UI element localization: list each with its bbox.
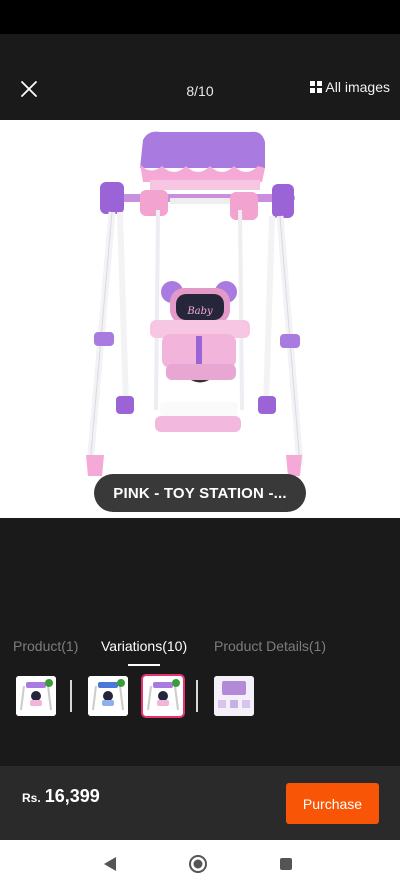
thumbnail-strip: [0, 674, 400, 718]
product-image: Baby: [86, 131, 304, 476]
thumbnail-divider: [196, 680, 198, 712]
purchase-button[interactable]: Purchase: [286, 783, 379, 824]
grid-icon: [310, 81, 323, 93]
home-icon: [189, 855, 207, 873]
price-amount: 16,399: [44, 786, 100, 806]
tab-product-details[interactable]: Product Details(1): [214, 638, 326, 654]
tab-variations[interactable]: Variations(10): [101, 638, 187, 654]
top-bar: 8/10 All images: [0, 34, 400, 120]
variation-thumbnail-1[interactable]: [16, 676, 56, 716]
system-navigation-bar: [0, 840, 400, 888]
recents-button[interactable]: [274, 852, 298, 876]
product-image-viewer[interactable]: Baby PINK - TOY STATION -...: [0, 120, 400, 518]
back-button[interactable]: [98, 852, 122, 876]
variation-thumbnail-4[interactable]: [214, 676, 254, 716]
price-currency: Rs.: [22, 791, 41, 805]
status-bar: [0, 0, 400, 34]
home-button[interactable]: [186, 852, 210, 876]
recents-icon: [280, 858, 292, 870]
image-caption: PINK - TOY STATION -...: [94, 474, 306, 512]
tab-product[interactable]: Product(1): [13, 638, 78, 654]
tab-bar: Product(1) Variations(10) Product Detail…: [0, 638, 400, 668]
price: Rs. 16,399: [22, 786, 100, 807]
product-detail-thumbnail-image: [214, 676, 254, 716]
variation-thumbnail-3[interactable]: [141, 674, 185, 718]
svg-text:Baby: Baby: [186, 306, 213, 317]
all-images-button[interactable]: All images: [310, 79, 390, 95]
variation-thumbnail-2[interactable]: [88, 676, 128, 716]
back-icon: [104, 857, 116, 871]
purchase-bar: Rs. 16,399 Purchase: [0, 766, 400, 840]
swing-thumbnail-image: [88, 676, 128, 716]
swing-thumbnail-image: [16, 676, 56, 716]
variations-panel: Product(1) Variations(10) Product Detail…: [0, 518, 400, 766]
swing-thumbnail-image: [143, 676, 183, 716]
thumbnail-divider: [70, 680, 72, 712]
active-tab-indicator: [128, 664, 160, 666]
all-images-label: All images: [325, 79, 390, 95]
